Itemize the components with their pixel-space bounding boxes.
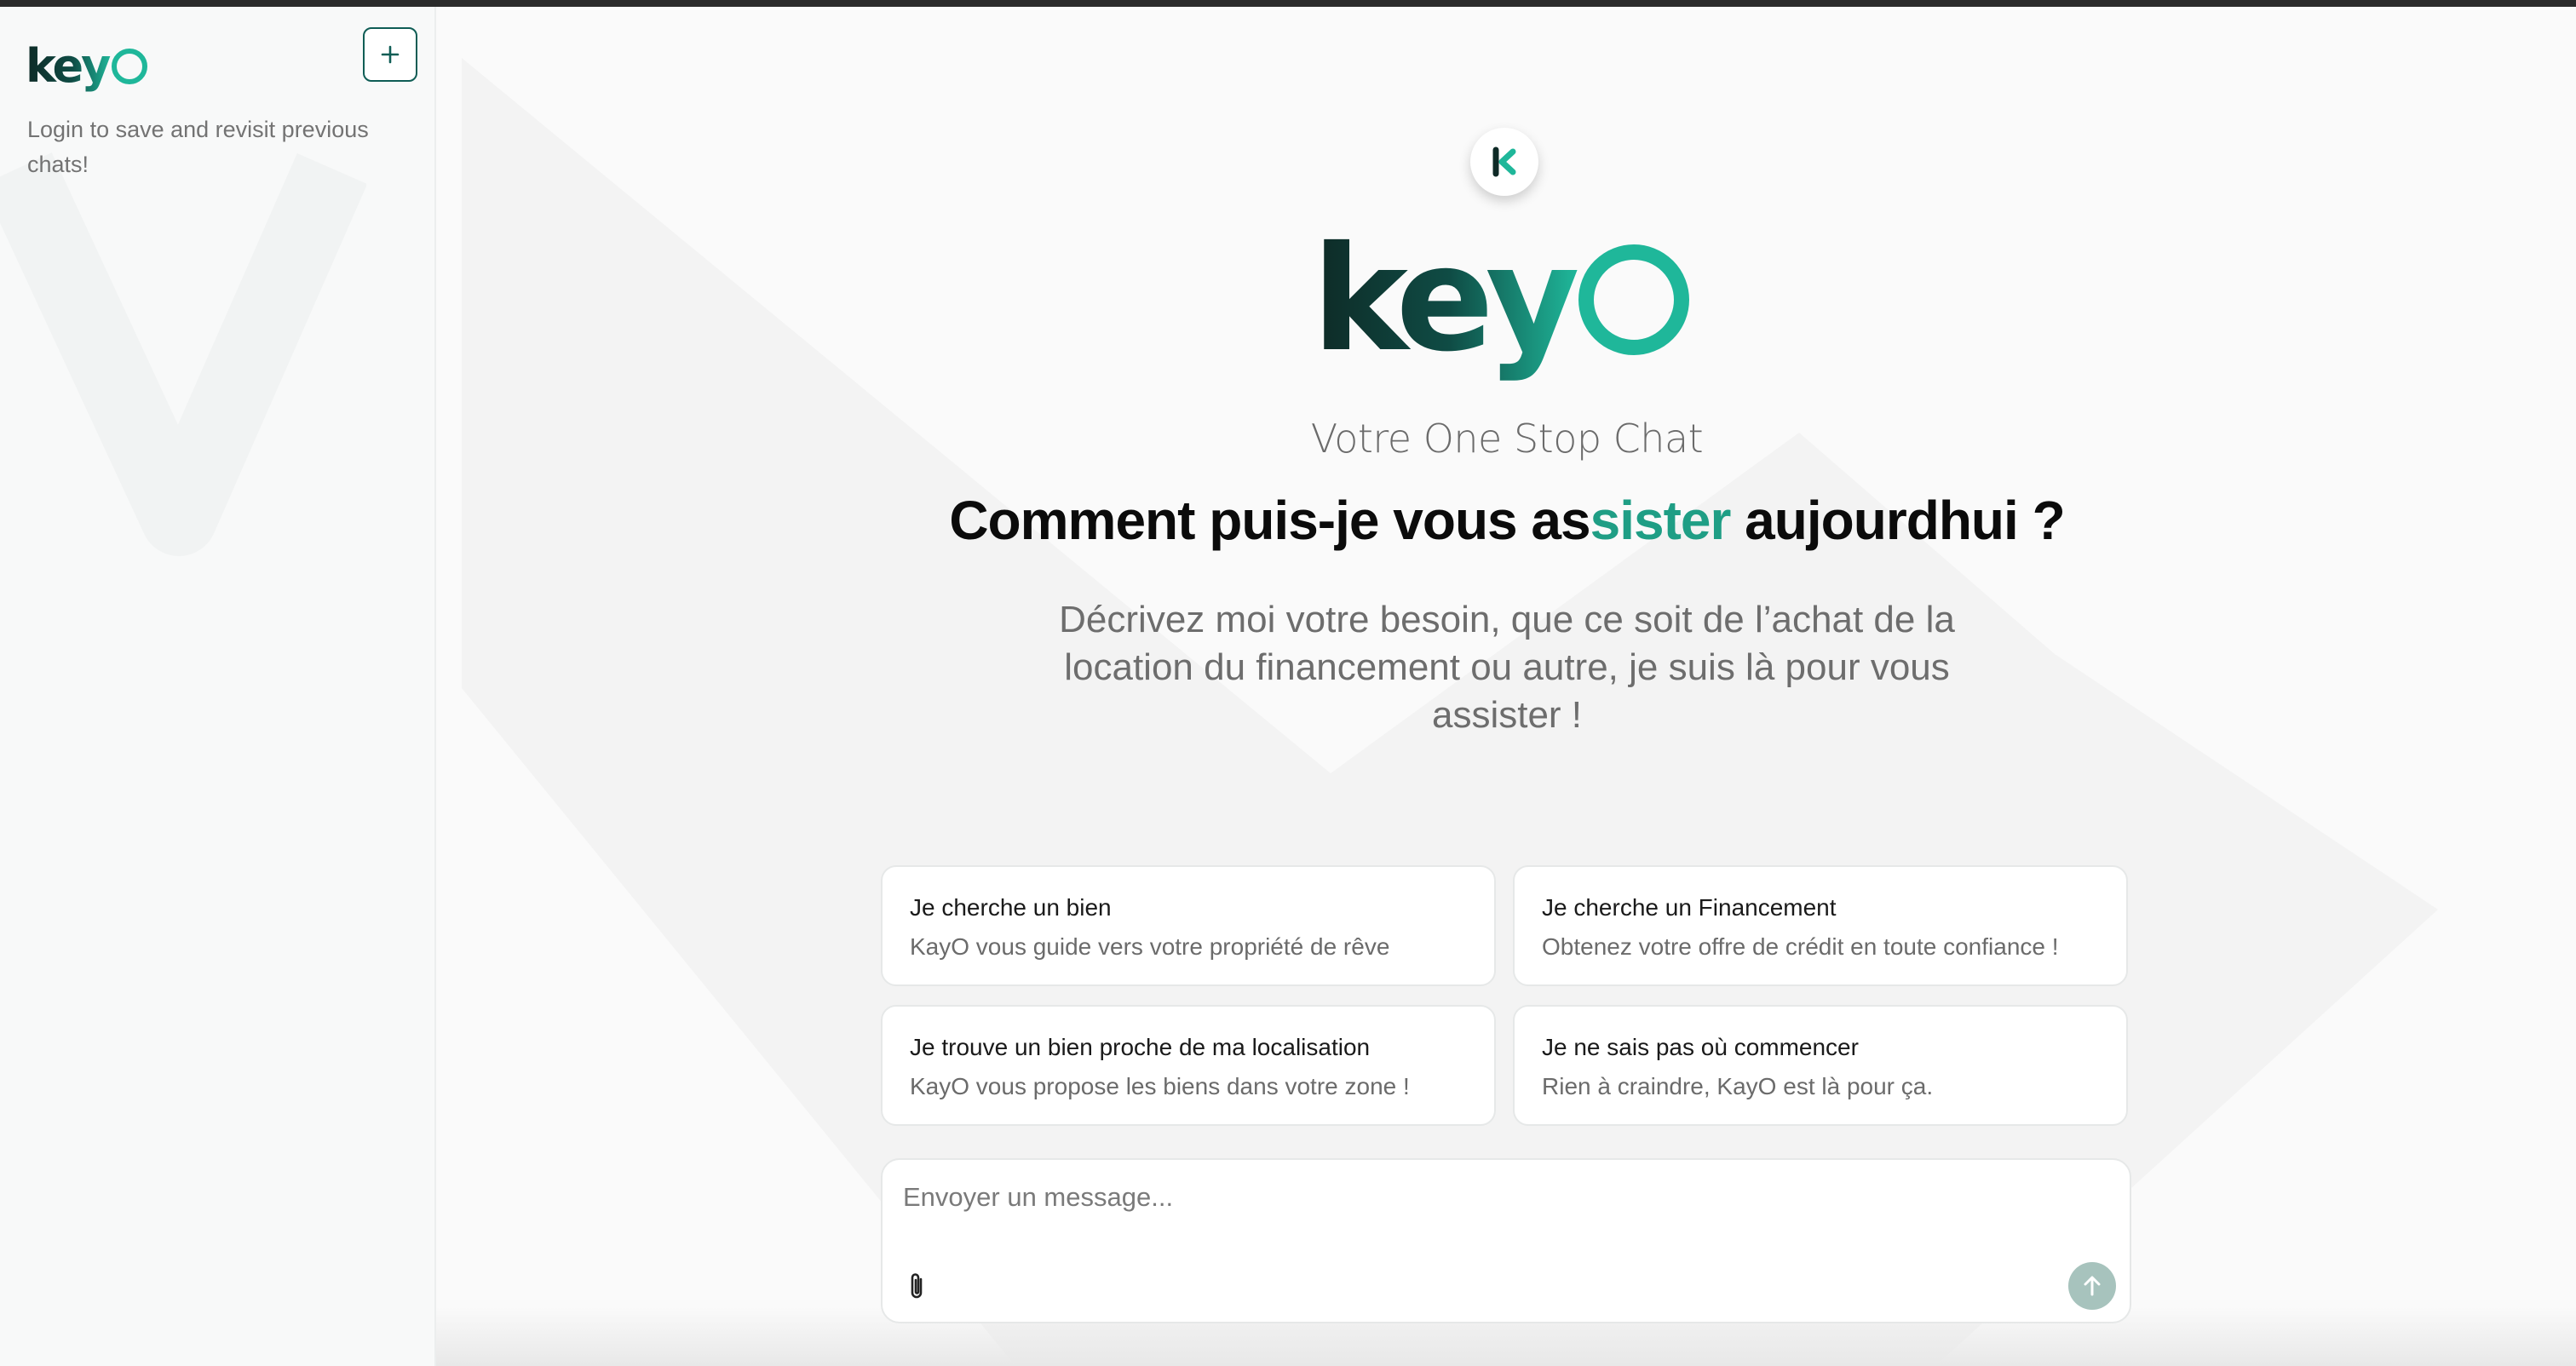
window-top-bar	[0, 0, 2576, 7]
sidebar: key Login to save and revisit previous c…	[0, 7, 436, 1366]
message-input[interactable]	[901, 1175, 2080, 1220]
hero-logo: key	[1312, 215, 1704, 389]
suggestion-title: Je cherche un bien	[910, 894, 1112, 921]
suggestion-title: Je cherche un Financement	[1542, 894, 1837, 921]
suggestion-title: Je ne sais pas où commencer	[1542, 1034, 1859, 1060]
headline-part-2: aujourdhui ?	[1730, 490, 2066, 551]
tagline: Votre One Stop Chat	[1310, 416, 1704, 462]
svg-text:key: key	[1312, 223, 1578, 384]
headline-part-1: Comment puis-je vous as	[949, 490, 1590, 551]
assistant-avatar	[1470, 128, 1538, 196]
send-button[interactable]	[2068, 1262, 2116, 1310]
new-chat-button[interactable]	[363, 27, 417, 82]
suggestion-card[interactable]: Je cherche un Financement Obtenez votre …	[1513, 865, 2128, 986]
suggestion-card[interactable]: Je trouve un bien proche de ma localisat…	[881, 1005, 1496, 1126]
headline-highlight: sister	[1590, 490, 1732, 551]
suggestion-title: Je trouve un bien proche de ma localisat…	[910, 1034, 1371, 1060]
suggestion-card[interactable]: Je ne sais pas où commencer Rien à crain…	[1513, 1005, 2128, 1126]
suggestion-subtitle: KayO vous guide vers votre propriété de …	[910, 933, 1390, 960]
suggestion-card[interactable]: Je cherche un bien KayO vous guide vers …	[881, 865, 1496, 986]
sidebar-logo[interactable]: key	[26, 17, 152, 94]
suggestion-subtitle: Rien à craindre, KayO est là pour ça.	[1542, 1073, 1934, 1099]
login-hint-text: Login to save and revisit previous chats…	[27, 117, 369, 177]
k-logo-icon	[1492, 146, 1516, 177]
sidebar-watermark	[0, 152, 366, 556]
plus-icon	[381, 45, 400, 64]
headline: Comment puis-je vous assister aujourdhui…	[903, 489, 2111, 552]
paperclip-icon[interactable]	[903, 1269, 932, 1303]
suggestion-subtitle: KayO vous propose les biens dans votre z…	[910, 1073, 1410, 1099]
arrow-up-icon	[2084, 1276, 2101, 1296]
message-composer	[881, 1158, 2131, 1323]
svg-text:key: key	[26, 41, 111, 93]
suggestion-subtitle: Obtenez votre offre de crédit en toute c…	[1542, 933, 2059, 960]
description-text: Décrivez moi votre besoin, que ce soit d…	[1059, 599, 1955, 736]
